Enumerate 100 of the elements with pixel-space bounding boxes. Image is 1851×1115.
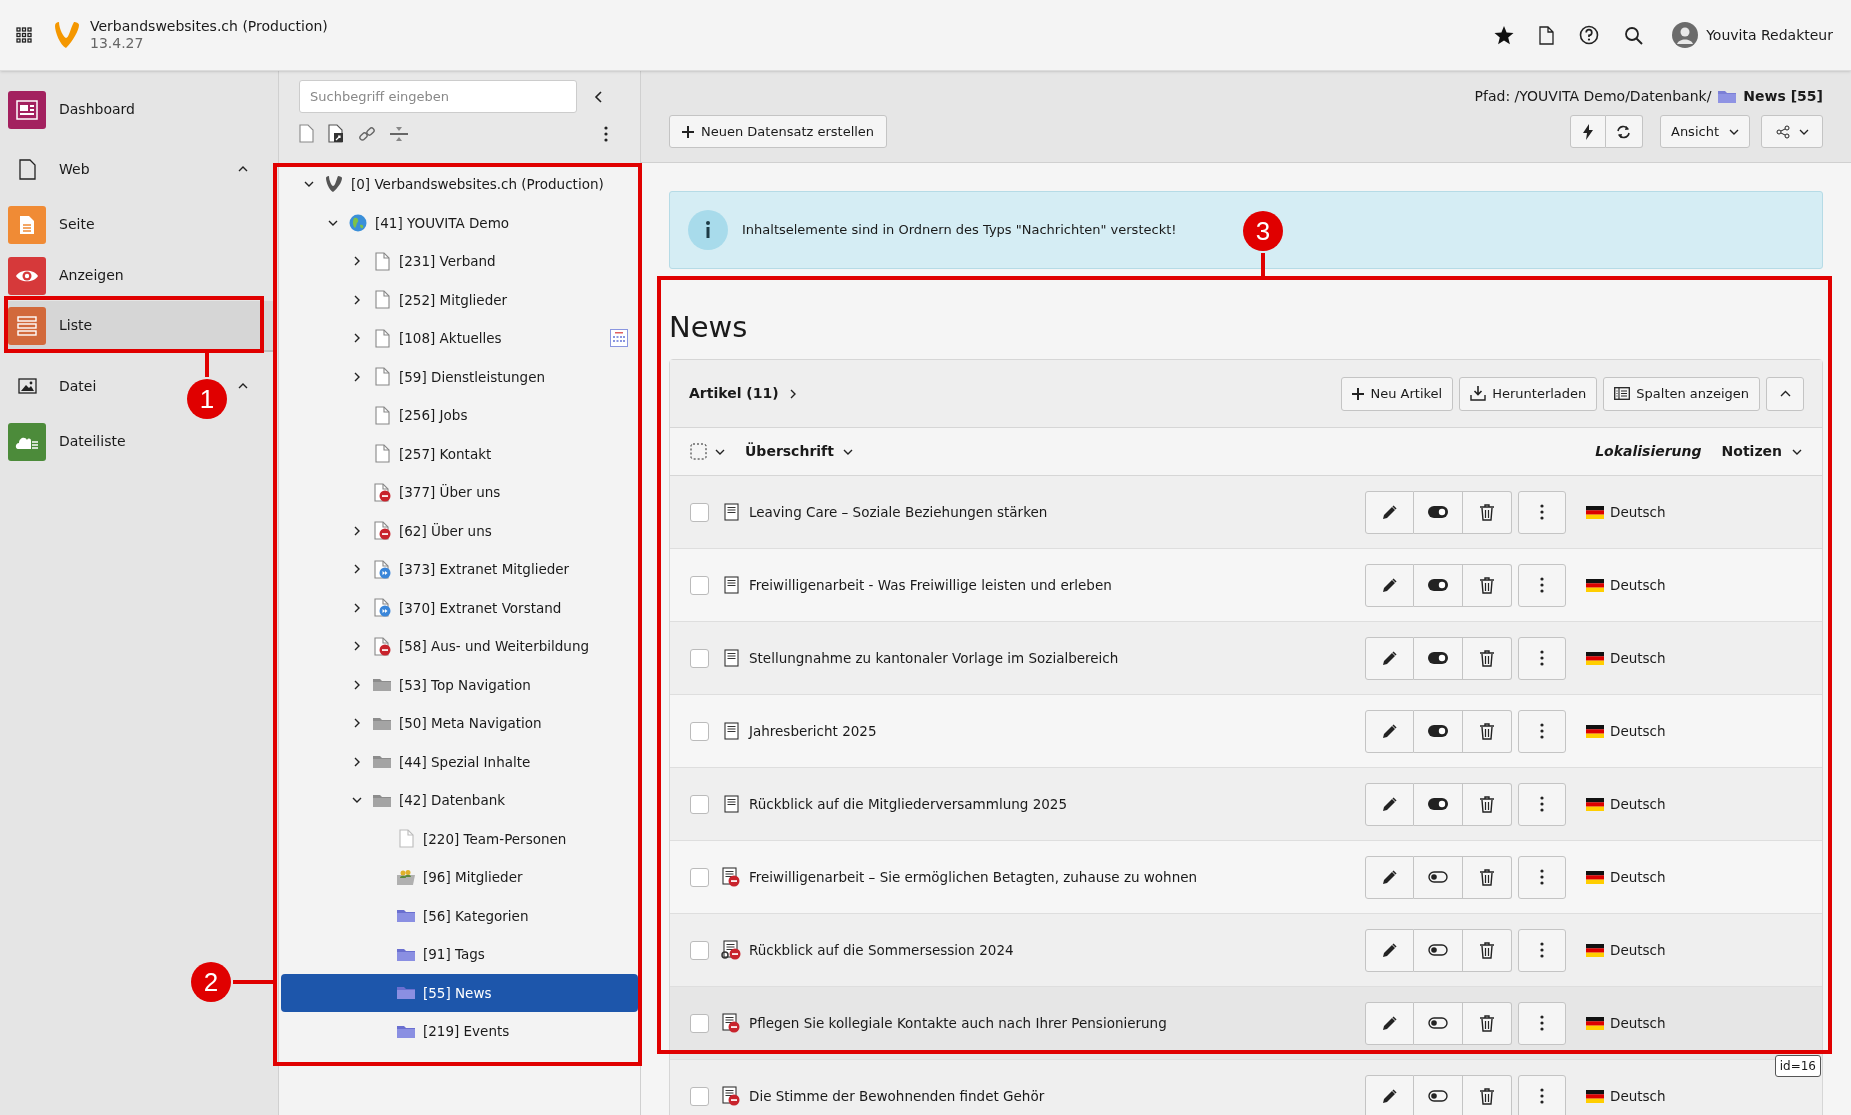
row-checkbox[interactable] xyxy=(690,1086,709,1106)
new-record-button[interactable]: Neuen Datensatz erstellen xyxy=(669,115,888,148)
delete-button[interactable] xyxy=(1463,928,1512,972)
row-checkbox[interactable] xyxy=(690,648,709,668)
tree-item[interactable]: [56] Kategorien xyxy=(281,896,638,935)
visibility-button[interactable] xyxy=(1414,855,1463,899)
visibility-button[interactable] xyxy=(1414,490,1463,534)
edit-button[interactable] xyxy=(1365,928,1414,972)
menu-group[interactable]: Web xyxy=(8,158,90,180)
reload-button[interactable] xyxy=(1606,115,1643,148)
document-icon[interactable] xyxy=(1539,25,1555,45)
tree-item[interactable]: [62] Über uns xyxy=(281,511,638,550)
edit-button[interactable] xyxy=(1365,563,1414,607)
menu-group[interactable]: Datei xyxy=(8,375,97,397)
delete-button[interactable] xyxy=(1463,563,1512,607)
visibility-button[interactable] xyxy=(1414,782,1463,826)
tree-item[interactable]: [219] Events xyxy=(281,1012,638,1051)
tree-item[interactable]: [53] Top Navigation xyxy=(281,665,638,704)
chevron-icon xyxy=(353,756,361,767)
tree-item[interactable]: [0] Verbandswebsites.ch (Production) xyxy=(281,165,638,204)
delete-button[interactable] xyxy=(1463,1001,1512,1045)
record-title[interactable]: Freiwilligenarbeit – Sie ermöglichen Betagten, zuhause zu wohnen xyxy=(749,866,1365,888)
delete-button[interactable] xyxy=(1463,709,1512,753)
record-title[interactable]: Rückblick auf die Sommersession 2024 xyxy=(749,939,1365,961)
tree-item[interactable]: [257] Kontakt xyxy=(281,434,638,473)
tree-item[interactable]: [256] Jobs xyxy=(281,396,638,435)
edit-button[interactable] xyxy=(1365,490,1414,534)
column-header[interactable]: Notizen xyxy=(1721,441,1802,462)
show-columns-button[interactable]: Spalten anzeigen xyxy=(1603,376,1760,411)
tree-item[interactable]: [370] Extranet Vorstand xyxy=(281,588,638,627)
module-item[interactable]: Seite xyxy=(4,199,274,250)
tree-item[interactable]: [55] News xyxy=(281,973,638,1012)
tree-item[interactable]: [42] Datenbank xyxy=(281,781,638,820)
record-title[interactable]: Die Stimme der Bewohnenden findet Gehör xyxy=(749,1085,1365,1107)
app-grid-icon[interactable] xyxy=(16,27,32,43)
tree-item[interactable]: [96] Mitglieder xyxy=(281,858,638,897)
row-checkbox[interactable] xyxy=(690,1013,709,1033)
visibility-button[interactable] xyxy=(1414,709,1463,753)
tree-item[interactable]: [41] YOUVITA Demo xyxy=(281,203,638,242)
module-item[interactable]: Dateiliste xyxy=(4,416,274,467)
tree-item[interactable]: [91] Tags xyxy=(281,935,638,974)
record-title[interactable]: Pflegen Sie kollegiale Kontakte auch nach Ihrer Pensionierung xyxy=(749,1012,1365,1034)
edit-button[interactable] xyxy=(1365,636,1414,680)
tree-item[interactable]: [231] Verband xyxy=(281,242,638,281)
visibility-button[interactable] xyxy=(1414,1074,1463,1115)
user-menu[interactable]: Youvita Redakteur xyxy=(1672,22,1833,48)
tree-item[interactable]: [373] Extranet Mitglieder xyxy=(281,550,638,589)
row-checkbox[interactable] xyxy=(690,940,709,960)
search-field[interactable]: Suchbegriff eingeben xyxy=(299,80,577,113)
delete-button[interactable] xyxy=(1463,782,1512,826)
tree-item[interactable]: [44] Spezial Inhalte xyxy=(281,742,638,781)
visibility-button[interactable] xyxy=(1414,928,1463,972)
table-title[interactable]: Artikel (11) xyxy=(689,383,797,404)
edit-button[interactable] xyxy=(1365,1074,1414,1115)
view-dropdown[interactable]: Ansicht xyxy=(1660,115,1750,148)
page-icon xyxy=(374,290,390,310)
row-checkbox[interactable] xyxy=(690,721,709,741)
link-icon[interactable] xyxy=(358,124,376,143)
row-checkbox[interactable] xyxy=(690,575,709,595)
record-title[interactable]: Jahresbericht 2025 xyxy=(749,720,1365,742)
more-icon[interactable] xyxy=(604,125,608,142)
edit-button[interactable] xyxy=(1365,1001,1414,1045)
divider-icon[interactable] xyxy=(390,125,408,142)
delete-button[interactable] xyxy=(1463,1074,1512,1115)
visibility-button[interactable] xyxy=(1414,1001,1463,1045)
tree-item[interactable]: [220] Team-Personen xyxy=(281,819,638,858)
module-item[interactable]: Dashboard xyxy=(4,84,274,135)
tree-item[interactable]: [377] Über uns xyxy=(281,473,638,512)
select-all-icon[interactable] xyxy=(690,443,707,460)
visibility-button[interactable] xyxy=(1414,563,1463,607)
visibility-button[interactable] xyxy=(1414,636,1463,680)
page-shortcut-icon[interactable] xyxy=(328,124,344,143)
record-title[interactable]: Freiwilligenarbeit - Was Freiwillige leisten und erleben xyxy=(749,574,1365,596)
search-icon[interactable] xyxy=(1624,25,1644,45)
new-article-button[interactable]: Neu Artikel xyxy=(1341,376,1454,411)
delete-button[interactable] xyxy=(1463,490,1512,534)
delete-button[interactable] xyxy=(1463,855,1512,899)
edit-button[interactable] xyxy=(1365,782,1414,826)
help-icon[interactable] xyxy=(1579,25,1600,45)
star-icon[interactable] xyxy=(1494,25,1515,45)
record-title[interactable]: Stellungnahme zu kantonaler Vorlage im Sozialbereich xyxy=(749,647,1365,669)
tree-item[interactable]: [50] Meta Navigation xyxy=(281,704,638,743)
tree-item[interactable]: [58] Aus- und Weiterbildung xyxy=(281,627,638,666)
edit-button[interactable] xyxy=(1365,855,1414,899)
record-title[interactable]: Leaving Care – Soziale Beziehungen stärken xyxy=(749,501,1365,523)
edit-button[interactable] xyxy=(1365,709,1414,753)
download-button[interactable]: Herunterladen xyxy=(1459,376,1598,411)
record-title[interactable]: Rückblick auf die Mitgliederversammlung 2025 xyxy=(749,793,1365,815)
tree-item[interactable]: [252] Mitglieder xyxy=(281,280,638,319)
row-checkbox[interactable] xyxy=(690,867,709,887)
new-page-icon[interactable] xyxy=(299,124,314,143)
row-checkbox[interactable] xyxy=(690,502,709,522)
share-dropdown[interactable] xyxy=(1761,115,1823,148)
delete-button[interactable] xyxy=(1463,636,1512,680)
column-header[interactable]: Überschrift xyxy=(745,441,853,462)
module-item[interactable]: Anzeigen xyxy=(4,250,274,301)
clear-cache-button[interactable] xyxy=(1570,115,1606,148)
tree-item[interactable]: [108] Aktuelles xyxy=(281,319,638,358)
row-checkbox[interactable] xyxy=(690,794,709,814)
tree-item[interactable]: [59] Dienstleistungen xyxy=(281,357,638,396)
